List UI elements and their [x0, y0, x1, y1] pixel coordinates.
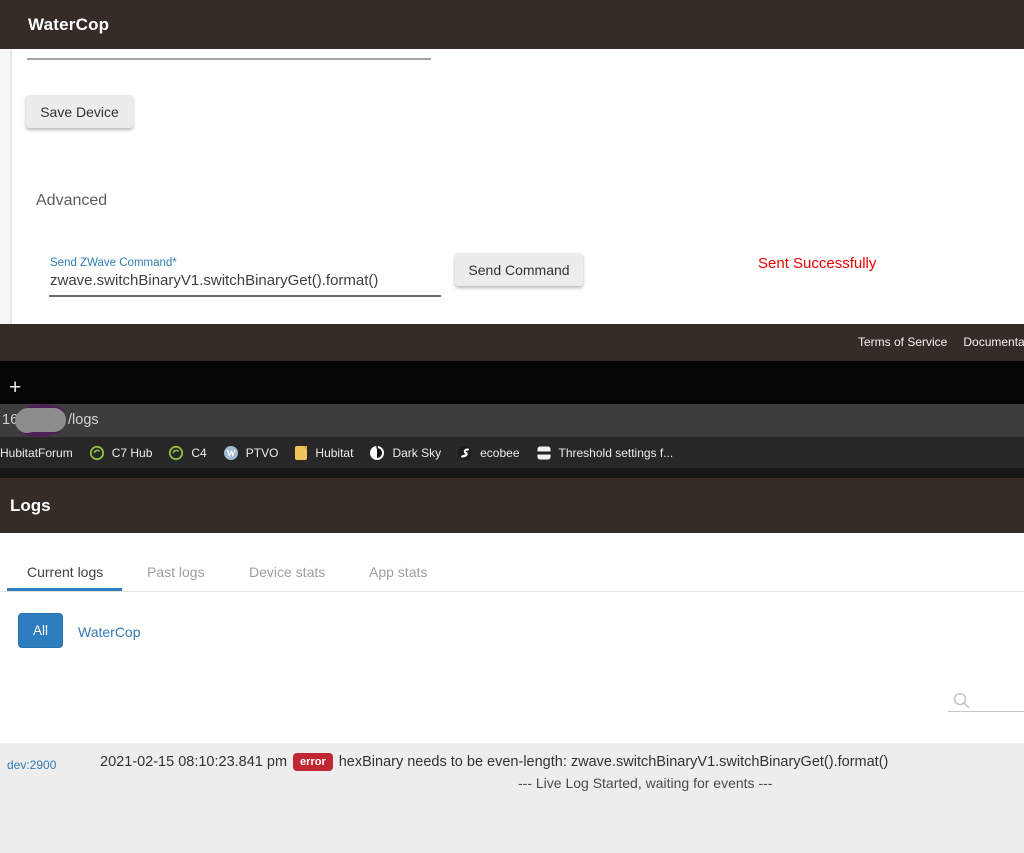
darksky-icon — [369, 445, 385, 461]
bookmark-label: Threshold settings f... — [559, 446, 674, 460]
ecobee-icon — [457, 445, 473, 461]
hubitat-icon — [168, 445, 184, 461]
logs-page-body: Current logs Past logs Device stats App … — [0, 533, 1024, 853]
search-input[interactable] — [974, 692, 1020, 709]
zwave-command-input[interactable] — [50, 272, 440, 289]
bookmark-label: Dark Sky — [392, 446, 441, 460]
list-icon — [536, 445, 552, 461]
logs-page-title: Logs — [10, 478, 51, 533]
url-text-suffix: /logs — [68, 412, 99, 428]
log-output-area: dev:2900 2021-02-15 08:10:23.841 pm erro… — [0, 743, 1024, 853]
tab-past-logs[interactable]: Past logs — [147, 564, 205, 580]
bookmark-ecobee[interactable]: ecobee — [457, 445, 519, 461]
error-level-badge: error — [293, 753, 333, 771]
device-page-body: Save Device Advanced Send ZWave Command*… — [0, 49, 1024, 324]
footer-links: Terms of Service Documentation — [858, 335, 1024, 349]
bookmark-threshold-settings[interactable]: Threshold settings f... — [536, 445, 674, 461]
bookmark-label: HubitatForum — [0, 446, 73, 460]
tab-device-stats[interactable]: Device stats — [249, 564, 325, 580]
bookmark-hubitatforum[interactable]: HubitatForum — [0, 446, 73, 460]
filter-all-button[interactable]: All — [18, 613, 63, 648]
bookmark-label: Hubitat — [315, 446, 353, 460]
bookmark-dark-sky[interactable]: Dark Sky — [369, 445, 441, 461]
bookmark-label: C4 — [191, 446, 206, 460]
bookmark-hubitat[interactable]: Hubitat — [294, 445, 353, 461]
bookmark-c7-hub[interactable]: C7 Hub — [89, 445, 153, 461]
svg-text:W: W — [226, 449, 236, 459]
terms-of-service-link[interactable]: Terms of Service — [858, 335, 947, 349]
panel-left-margin — [0, 49, 10, 324]
documentation-link[interactable]: Documentation — [963, 335, 1024, 349]
save-device-button[interactable]: Save Device — [26, 95, 133, 128]
advanced-section-heading: Advanced — [36, 192, 107, 210]
device-page-header: WaterCop — [0, 0, 1024, 49]
hubitat-icon — [89, 445, 105, 461]
log-timestamp: 2021-02-15 08:10:23.841 pm — [100, 754, 287, 770]
bookmark-label: ecobee — [480, 446, 519, 460]
log-search[interactable] — [948, 690, 1024, 712]
status-message: Sent Successfully — [758, 255, 876, 272]
logs-page-header: Logs — [0, 478, 1024, 533]
zwave-command-label: Send ZWave Command* — [50, 257, 177, 269]
zwave-input-underline — [49, 295, 441, 297]
new-tab-button[interactable]: + — [9, 380, 25, 396]
browser-address-bar[interactable]: 168. /logs — [0, 404, 1024, 437]
log-entry-row: 2021-02-15 08:10:23.841 pm error hexBina… — [100, 753, 888, 771]
tab-app-stats[interactable]: App stats — [369, 564, 427, 580]
logs-tabs: Current logs Past logs Device stats App … — [0, 551, 1024, 592]
page-title: WaterCop — [28, 0, 109, 49]
send-command-button[interactable]: Send Command — [455, 253, 583, 286]
log-message: hexBinary needs to be even-length: zwave… — [339, 754, 889, 770]
site-footer: Terms of Service Documentation — [0, 324, 1024, 361]
active-tab-indicator — [7, 588, 122, 591]
live-log-notice: --- Live Log Started, waiting for events… — [518, 775, 772, 791]
browser-tab-bar: + — [0, 361, 1024, 404]
filter-watercop-link[interactable]: WaterCop — [78, 624, 141, 640]
browser-chrome-edge — [0, 468, 1024, 478]
bookmark-label: C7 Hub — [112, 446, 153, 460]
bookmark-c4[interactable]: C4 — [168, 445, 206, 461]
wordpress-icon: W — [223, 445, 239, 461]
log-source-link[interactable]: dev:2900 — [7, 758, 56, 772]
yellow-doc-icon — [294, 445, 308, 461]
truncated-field-underline — [27, 58, 431, 60]
tab-current-logs[interactable]: Current logs — [27, 564, 103, 580]
panel-edge-divider — [10, 49, 12, 324]
bookmark-ptvo[interactable]: W PTVO — [223, 445, 279, 461]
search-icon — [952, 691, 972, 711]
bookmarks-bar: HubitatForum C7 Hub C4 — [0, 437, 1024, 468]
bookmark-label: PTVO — [246, 446, 279, 460]
